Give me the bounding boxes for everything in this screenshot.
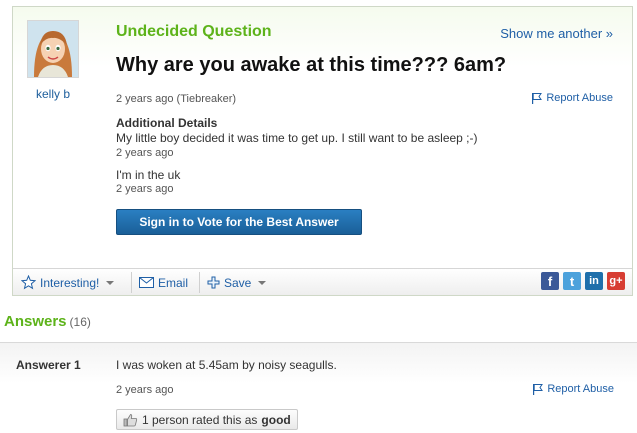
answer-meta: 2 years ago bbox=[116, 384, 174, 396]
interesting-label: Interesting! bbox=[40, 275, 100, 290]
avatar[interactable] bbox=[27, 20, 79, 78]
plus-icon bbox=[207, 276, 220, 289]
flag-icon bbox=[532, 92, 543, 104]
email-label: Email bbox=[158, 275, 189, 290]
question-toolbar: Interesting! Email Save f t in g+ bbox=[13, 268, 632, 295]
report-abuse-label: Report Abuse bbox=[546, 92, 613, 104]
linkedin-icon[interactable]: in bbox=[585, 272, 603, 290]
answers-count: (16) bbox=[69, 315, 91, 329]
report-abuse-link[interactable]: Report Abuse bbox=[532, 383, 614, 395]
additional-details-heading: Additional Details bbox=[116, 116, 218, 130]
report-abuse-label: Report Abuse bbox=[547, 383, 614, 395]
user-name[interactable]: kelly b bbox=[13, 87, 93, 101]
rating-prefix: 1 person rated this as bbox=[142, 412, 258, 427]
save-button[interactable]: Save bbox=[207, 273, 267, 292]
interesting-button[interactable]: Interesting! bbox=[21, 273, 115, 292]
detail-meta: 2 years ago bbox=[116, 147, 174, 159]
star-icon bbox=[21, 275, 36, 290]
toolbar-divider bbox=[199, 272, 200, 293]
envelope-icon bbox=[139, 277, 154, 288]
question-title: Why are you awake at this time??? 6am? bbox=[116, 54, 507, 76]
thumbs-up-icon bbox=[123, 413, 138, 426]
answerer-name[interactable]: Answerer 1 bbox=[16, 358, 81, 372]
answer-text: I was woken at 5.45am by noisy seagulls. bbox=[116, 358, 337, 372]
flag-icon bbox=[533, 383, 544, 395]
question-card: kelly b Undecided Question Show me anoth… bbox=[12, 6, 633, 296]
answers-heading: Answers (16) bbox=[4, 313, 91, 330]
answer-item: Answerer 1 I was woken at 5.45am by nois… bbox=[0, 342, 637, 433]
save-label: Save bbox=[224, 275, 252, 290]
rating-button[interactable]: 1 person rated this as good bbox=[116, 409, 298, 430]
sign-in-vote-button[interactable]: Sign in to Vote for the Best Answer bbox=[116, 209, 362, 235]
chevron-down-icon bbox=[258, 280, 267, 285]
toolbar-divider bbox=[131, 272, 132, 293]
rating-value: good bbox=[261, 412, 291, 427]
detail-meta: 2 years ago bbox=[116, 183, 174, 195]
question-type-label: Undecided Question bbox=[116, 23, 272, 40]
detail-text: I'm in the uk bbox=[116, 168, 181, 182]
question-meta: 2 years ago (Tiebreaker) bbox=[116, 93, 237, 105]
chevron-down-icon bbox=[106, 280, 115, 285]
report-abuse-link[interactable]: Report Abuse bbox=[531, 92, 613, 104]
show-another-link[interactable]: Show me another » bbox=[500, 26, 613, 41]
twitter-icon[interactable]: t bbox=[563, 272, 581, 290]
facebook-icon[interactable]: f bbox=[541, 272, 559, 290]
answers-title: Answers bbox=[4, 313, 67, 330]
email-button[interactable]: Email bbox=[139, 273, 188, 292]
detail-text: My little boy decided it was time to get… bbox=[116, 131, 478, 145]
avatar-image bbox=[28, 21, 78, 77]
google-plus-icon[interactable]: g+ bbox=[607, 272, 625, 290]
